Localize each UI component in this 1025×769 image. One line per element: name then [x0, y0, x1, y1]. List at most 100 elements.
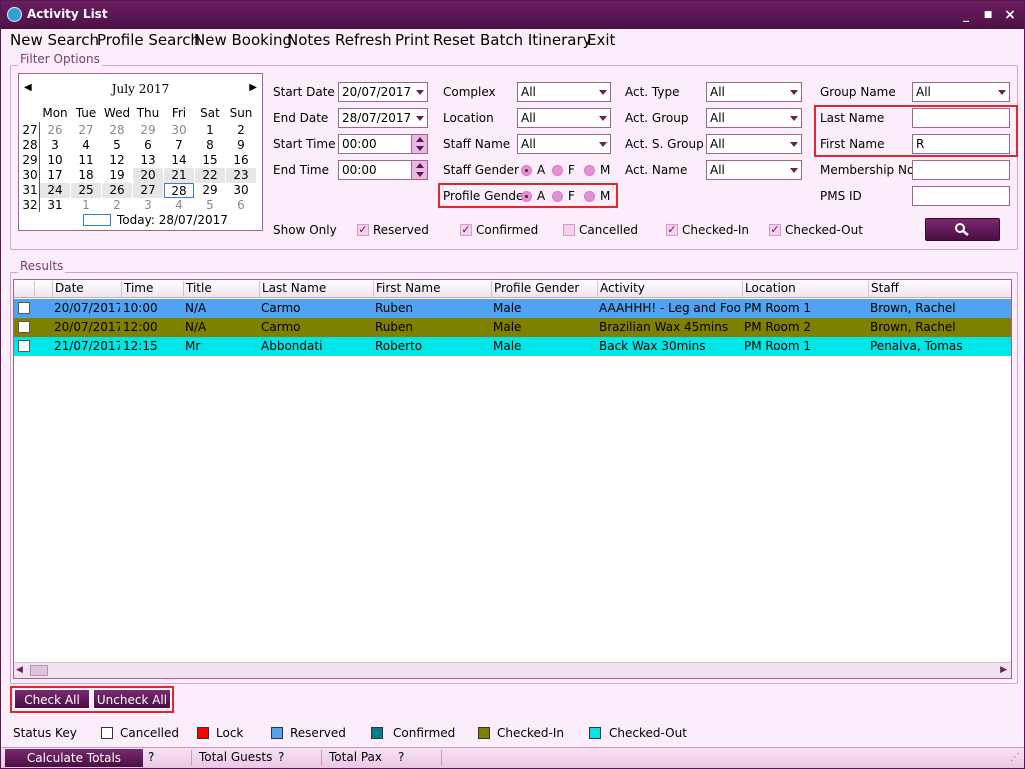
calendar-day[interactable]: 4	[164, 198, 194, 213]
calendar-day[interactable]: 3	[133, 198, 163, 213]
checked-out-checkbox[interactable]: ✓	[769, 224, 781, 236]
calendar-day[interactable]: 28	[164, 183, 194, 198]
menu-profile-search[interactable]: Profile Search	[97, 31, 200, 49]
calendar-day[interactable]: 5	[102, 138, 132, 153]
col-activity-header[interactable]: Activity	[597, 281, 742, 298]
maximize-button[interactable]: ■	[981, 9, 995, 21]
calendar-day[interactable]: 5	[195, 198, 225, 213]
calendar-day[interactable]: 29	[195, 183, 225, 198]
calendar-day[interactable]: 9	[226, 138, 256, 153]
calendar-day[interactable]: 10	[40, 153, 70, 168]
col-staff-header[interactable]: Staff	[868, 281, 1011, 298]
cancelled-checkbox[interactable]	[563, 224, 575, 236]
act-sgroup-select[interactable]: All	[706, 134, 802, 154]
start-time-spinner[interactable]: 00:00	[338, 134, 428, 154]
table-row[interactable]: 21/07/2017 12:15 Mr Abbondati Roberto Ma…	[14, 337, 1011, 356]
scroll-right-icon[interactable]: ▶	[1000, 665, 1007, 675]
membership-input[interactable]	[912, 160, 1010, 180]
calendar-day[interactable]: 24	[40, 183, 70, 198]
row-checkbox[interactable]	[18, 302, 30, 314]
calendar-day[interactable]: 26	[102, 183, 132, 198]
calendar-day[interactable]: 31	[40, 198, 70, 213]
end-time-spinner[interactable]: 00:00	[338, 160, 428, 180]
calendar-day[interactable]: 7	[164, 138, 194, 153]
calendar-day[interactable]: 30	[164, 123, 194, 138]
col-time-header[interactable]: Time	[121, 281, 183, 298]
table-row[interactable]: 20/07/2017 12:00 N/A Carmo Ruben Male Br…	[14, 318, 1011, 337]
menu-notes[interactable]: Notes	[287, 31, 330, 49]
staff-gender-a-radio[interactable]	[521, 165, 532, 176]
scroll-thumb[interactable]	[30, 665, 48, 676]
calendar-day[interactable]: 18	[71, 168, 101, 183]
calendar-day[interactable]: 4	[71, 138, 101, 153]
last-name-input[interactable]	[912, 108, 1010, 128]
start-date-picker[interactable]: 20/07/2017	[338, 82, 428, 102]
col-title-header[interactable]: Title	[183, 281, 259, 298]
checked-in-checkbox[interactable]: ✓	[666, 224, 678, 236]
calendar-day[interactable]: 26	[40, 123, 70, 138]
profile-gender-m-radio[interactable]	[584, 191, 595, 202]
spinner-arrows-icon[interactable]	[411, 135, 427, 153]
col-date-header[interactable]: Date	[52, 281, 122, 298]
calendar-day[interactable]: 22	[195, 168, 225, 183]
close-button[interactable]: ×	[1003, 8, 1017, 22]
col-location-header[interactable]: Location	[742, 281, 868, 298]
table-row[interactable]: 20/07/2017 10:00 N/A Carmo Ruben Male AA…	[14, 299, 1011, 318]
calendar-day[interactable]: 2	[102, 198, 132, 213]
calendar-day[interactable]: 25	[71, 183, 101, 198]
calendar-day[interactable]: 1	[195, 123, 225, 138]
calendar-day[interactable]: 20	[133, 168, 163, 183]
staff-name-select[interactable]: All	[517, 134, 611, 154]
calendar-day[interactable]: 19	[102, 168, 132, 183]
calendar-day[interactable]: 2	[226, 123, 256, 138]
menu-refresh[interactable]: Refresh	[335, 31, 392, 49]
calendar-day[interactable]: 23	[226, 168, 256, 183]
end-date-picker[interactable]: 28/07/2017	[338, 108, 428, 128]
row-checkbox[interactable]	[18, 321, 30, 333]
calendar-day[interactable]: 6	[226, 198, 256, 213]
calendar-day[interactable]: 28	[102, 123, 132, 138]
group-name-select[interactable]: All	[912, 82, 1010, 102]
confirmed-checkbox[interactable]: ✓	[460, 224, 472, 236]
uncheck-all-button[interactable]: Uncheck All	[93, 689, 171, 709]
calendar-day[interactable]: 11	[71, 153, 101, 168]
col-last-name-header[interactable]: Last Name	[259, 281, 373, 298]
first-name-input[interactable]: R	[912, 134, 1010, 154]
menu-new-booking[interactable]: New Booking	[194, 31, 292, 49]
act-name-select[interactable]: All	[706, 160, 802, 180]
search-button[interactable]	[925, 218, 1000, 241]
calculate-totals-button[interactable]: Calculate Totals	[5, 749, 143, 767]
row-checkbox[interactable]	[18, 340, 30, 352]
minimize-button[interactable]: _	[959, 9, 973, 21]
calendar-day[interactable]: 8	[195, 138, 225, 153]
calendar-day[interactable]: 15	[195, 153, 225, 168]
act-group-select[interactable]: All	[706, 108, 802, 128]
act-type-select[interactable]: All	[706, 82, 802, 102]
calendar-day[interactable]: 16	[226, 153, 256, 168]
calendar-day[interactable]: 14	[164, 153, 194, 168]
profile-gender-a-radio[interactable]	[521, 191, 532, 202]
col-first-name-header[interactable]: First Name	[373, 281, 491, 298]
menu-exit[interactable]: Exit	[587, 31, 615, 49]
calendar-day[interactable]: 17	[40, 168, 70, 183]
calendar-day[interactable]: 13	[133, 153, 163, 168]
calendar-day[interactable]: 27	[71, 123, 101, 138]
calendar-day[interactable]: 27	[133, 183, 163, 198]
complex-select[interactable]: All	[517, 82, 611, 102]
calendar-day[interactable]: 1	[71, 198, 101, 213]
calendar-day[interactable]: 3	[40, 138, 70, 153]
scroll-left-icon[interactable]: ◀	[16, 665, 23, 675]
menu-reset[interactable]: Reset	[433, 31, 475, 49]
calendar-day[interactable]: 6	[133, 138, 163, 153]
staff-gender-m-radio[interactable]	[584, 165, 595, 176]
menu-batch-itinerary[interactable]: Batch Itinerary	[480, 31, 592, 49]
resize-grip-icon[interactable]: ⋰	[1010, 752, 1020, 763]
spinner-arrows-icon[interactable]	[411, 161, 427, 179]
menu-print[interactable]: Print	[395, 31, 430, 49]
reserved-checkbox[interactable]: ✓	[357, 224, 369, 236]
calendar-day[interactable]: 12	[102, 153, 132, 168]
calendar-next-icon[interactable]: ▶	[249, 82, 257, 93]
calendar-day[interactable]: 29	[133, 123, 163, 138]
staff-gender-f-radio[interactable]	[552, 165, 563, 176]
calendar-day[interactable]: 21	[164, 168, 194, 183]
